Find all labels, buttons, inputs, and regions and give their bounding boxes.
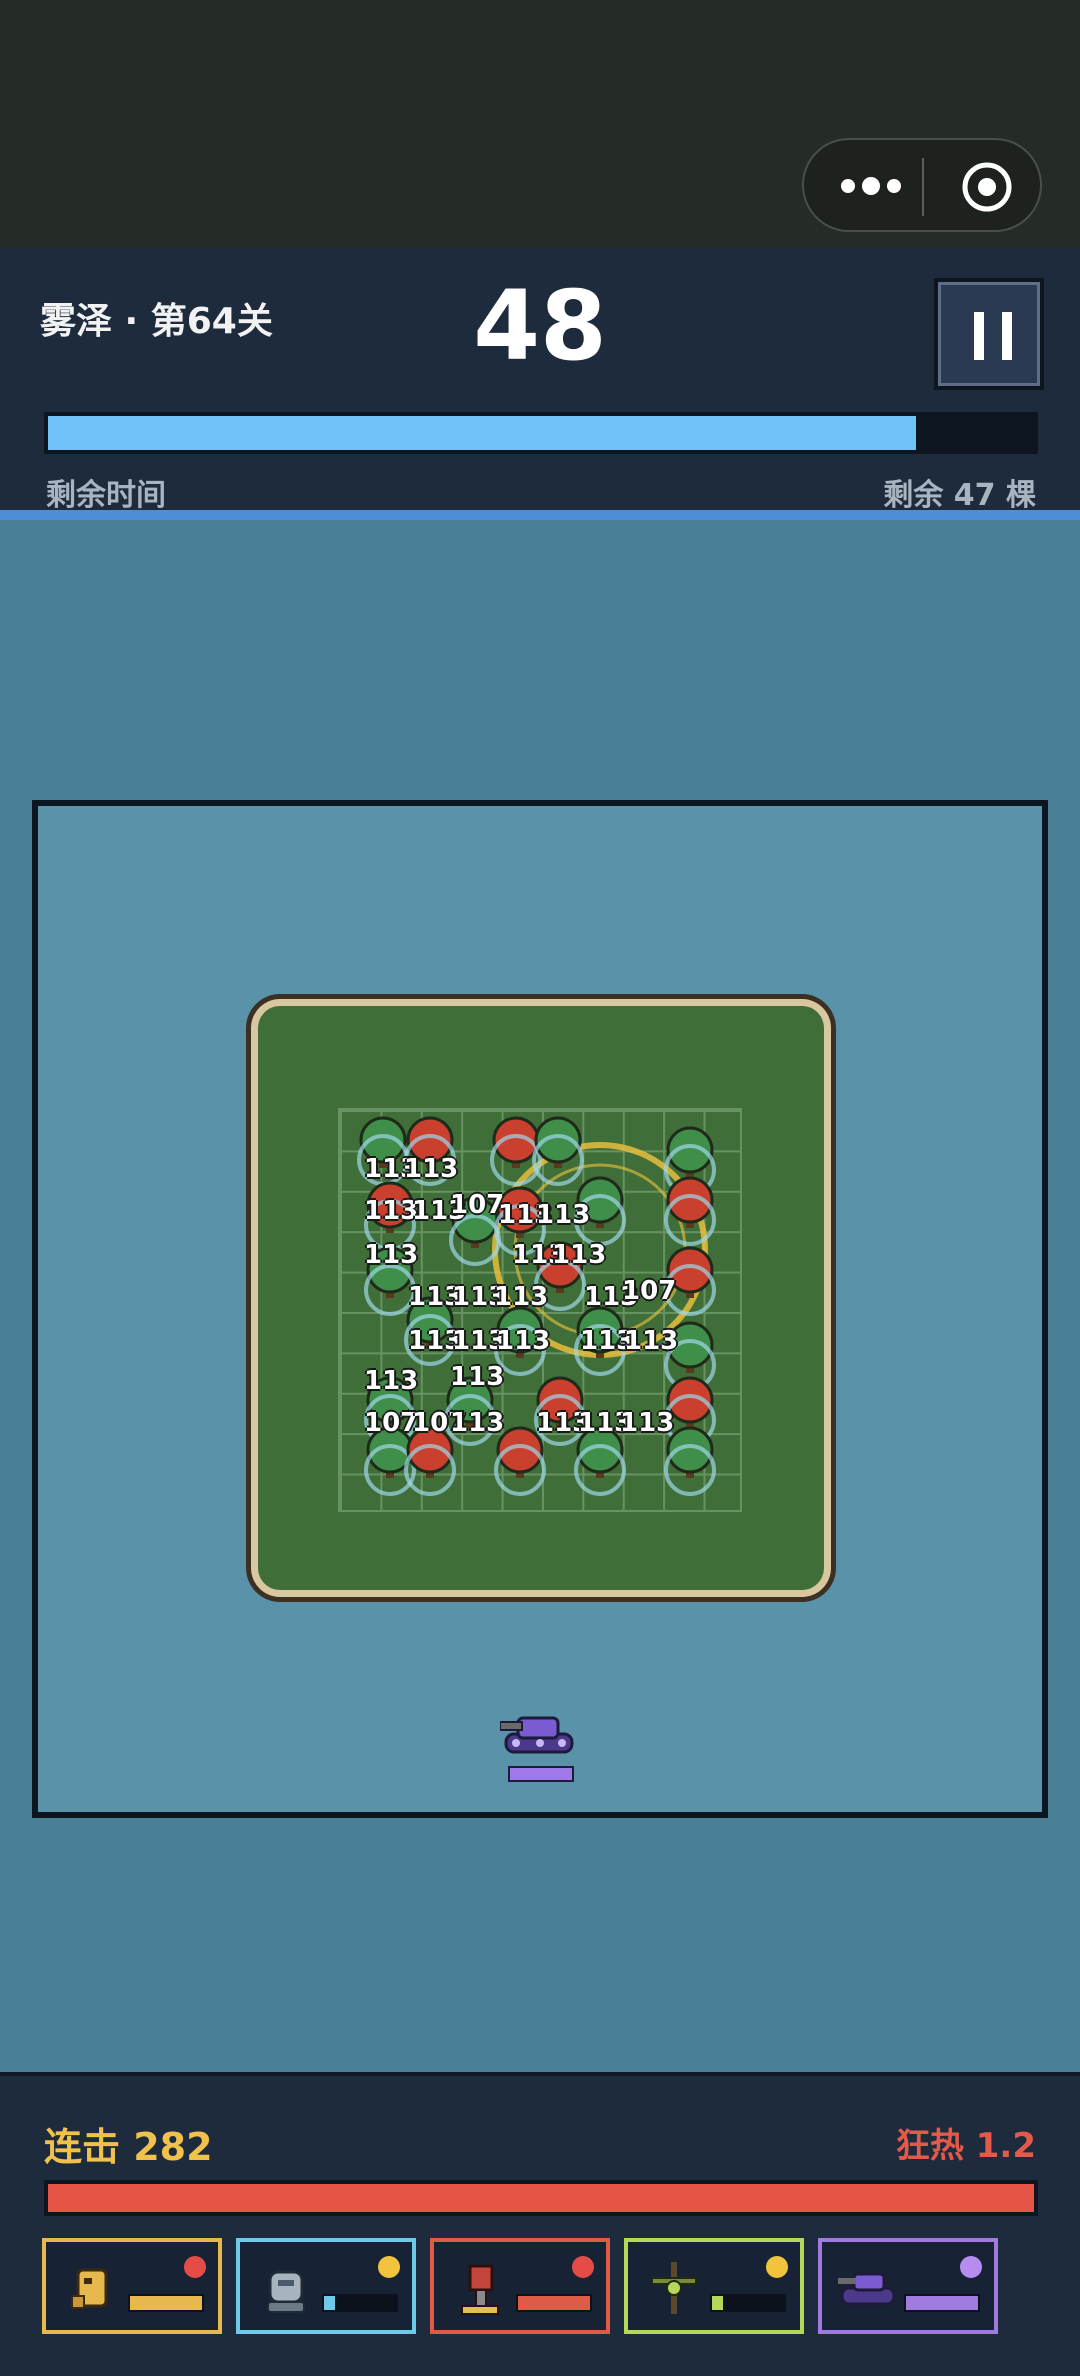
tree-cluster — [357, 1116, 716, 1496]
damage-number: 113 — [620, 1408, 675, 1438]
damage-number: 113 — [496, 1326, 551, 1356]
combo-bar-fill — [48, 2184, 1034, 2212]
unit-slot-golden-golem[interactable] — [42, 2238, 222, 2334]
unit-energy-bar — [128, 2294, 204, 2312]
damage-number: 107 — [622, 1276, 677, 1306]
unit-energy-bar — [516, 2294, 592, 2312]
damage-number: 113 — [450, 1408, 505, 1438]
unit-status-dot — [378, 2256, 400, 2278]
damage-number: 113 — [404, 1154, 459, 1184]
tank-health-bar — [508, 1766, 574, 1782]
unit-energy-bar — [904, 2294, 980, 2312]
golem-icon — [71, 2268, 108, 2309]
damage-number: 113 — [364, 1240, 419, 1270]
unit-status-dot — [184, 2256, 206, 2278]
frenzy-multiplier: 狂热 1.2 — [895, 2126, 1036, 2166]
damage-number: 113 — [364, 1366, 419, 1396]
unit-energy-fill — [518, 2296, 590, 2310]
unit-energy-bar — [322, 2294, 398, 2312]
damage-number: 107 — [364, 1408, 419, 1438]
tree — [532, 1116, 584, 1186]
damage-number: 113 — [536, 1200, 591, 1230]
robot-icon — [267, 2270, 305, 2313]
damage-number: 113 — [624, 1326, 679, 1356]
unit-slot-purple-tank[interactable] — [818, 2238, 998, 2334]
player-tank[interactable] — [500, 1702, 580, 1762]
unit-energy-fill — [906, 2296, 978, 2310]
unit-energy-fill — [712, 2296, 723, 2310]
unit-status-dot — [572, 2256, 594, 2278]
damage-number: 107 — [450, 1190, 505, 1220]
damage-number: 113 — [494, 1282, 549, 1312]
combo-counter: 连击 282 — [44, 2125, 213, 2169]
combo-bar — [44, 2180, 1038, 2216]
damage-number: 113 — [450, 1362, 505, 1392]
tank-icon — [838, 2272, 896, 2306]
unit-energy-fill — [130, 2296, 202, 2310]
damage-number: 113 — [552, 1240, 607, 1270]
unit-status-dot — [960, 2256, 982, 2278]
unit-slot-steel-robot[interactable] — [236, 2238, 416, 2334]
unit-energy-bar — [710, 2294, 786, 2312]
unit-status-dot — [766, 2256, 788, 2278]
drill-icon — [461, 2264, 499, 2315]
unit-slot-red-drill[interactable] — [430, 2238, 610, 2334]
damage-number: 113 — [364, 1196, 419, 1226]
tree — [490, 1116, 542, 1186]
unit-energy-fill — [324, 2296, 335, 2310]
unit-slot-green-crossbow[interactable] — [624, 2238, 804, 2334]
crossbow-icon — [651, 2262, 697, 2314]
